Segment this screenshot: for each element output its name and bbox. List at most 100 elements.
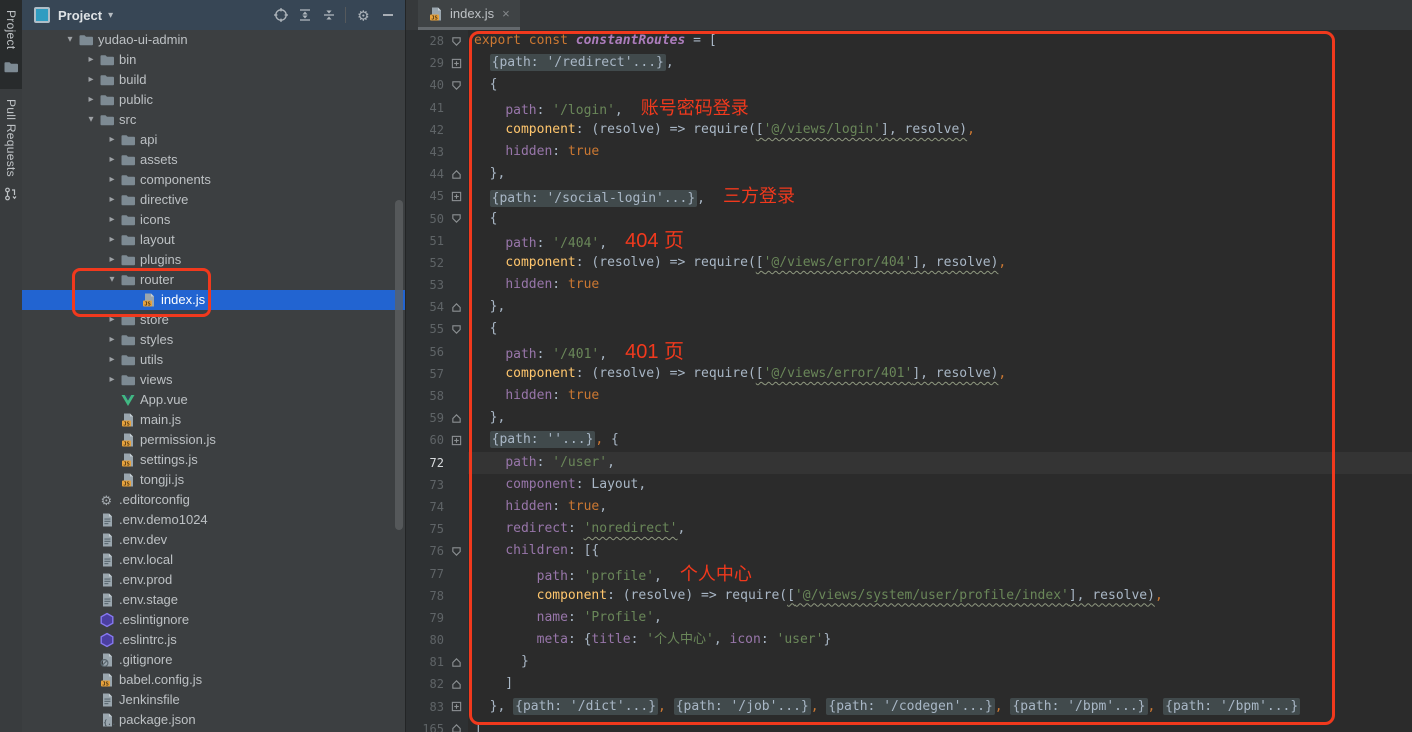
fold-end-icon[interactable] — [444, 723, 468, 732]
code-text[interactable]: hidden: true — [468, 274, 599, 296]
tree-item-layout[interactable]: ▸layout — [22, 230, 405, 250]
code-line-41[interactable]: 41 path: '/login',账号密码登录 — [406, 97, 1412, 119]
tree-item-src[interactable]: ▾src — [22, 110, 405, 130]
tree-item--eslintignore[interactable]: .eslintignore — [22, 610, 405, 630]
code-line-75[interactable]: 75 redirect: 'noredirect', — [406, 518, 1412, 540]
code-line-40[interactable]: 40 { — [406, 74, 1412, 96]
tree-item--env-local[interactable]: .env.local — [22, 550, 405, 570]
close-icon[interactable]: × — [502, 7, 510, 20]
code-line-29[interactable]: 29 {path: '/redirect'...}, — [406, 52, 1412, 74]
code-text[interactable]: path: '/404',404 页 — [468, 230, 684, 252]
code-text[interactable]: } — [468, 651, 529, 673]
code-text[interactable]: export const constantRoutes = [ — [468, 30, 717, 52]
code-text[interactable]: hidden: true, — [468, 496, 607, 518]
chevron-right-icon[interactable]: ▸ — [104, 130, 120, 150]
tree-item-permission-js[interactable]: JSpermission.js — [22, 430, 405, 450]
code-text[interactable]: }, — [468, 407, 505, 429]
code-text[interactable]: path: '/401',401 页 — [468, 341, 684, 363]
code-line-74[interactable]: 74 hidden: true, — [406, 496, 1412, 518]
code-line-80[interactable]: 80 meta: {title: '个人中心', icon: 'user'} — [406, 629, 1412, 651]
code-line-83[interactable]: 83 }, {path: '/dict'...}, {path: '/job'.… — [406, 696, 1412, 718]
code-text[interactable]: {path: '/social-login'...},三方登录 — [468, 185, 795, 207]
code-text[interactable]: hidden: true — [468, 141, 599, 163]
tree-item-yudao-ui-admin[interactable]: ▾yudao-ui-admin — [22, 30, 405, 50]
code-line-82[interactable]: 82 ] — [406, 673, 1412, 695]
editor-tab-indexjs[interactable]: JS index.js × — [418, 0, 520, 30]
chevron-right-icon[interactable]: ▸ — [83, 90, 99, 110]
code-editor[interactable]: 28export const constantRoutes = [29 {pat… — [406, 30, 1412, 732]
code-text[interactable]: { — [468, 208, 497, 230]
tree-item-babel-config-js[interactable]: JSbabel.config.js — [22, 670, 405, 690]
tree-item--gitignore[interactable]: .gitignore — [22, 650, 405, 670]
code-line-50[interactable]: 50 { — [406, 208, 1412, 230]
fold-collapsed-icon[interactable] — [444, 701, 468, 712]
project-panel-title[interactable]: Project — [58, 8, 102, 23]
chevron-right-icon[interactable]: ▸ — [104, 190, 120, 210]
fold-end-icon[interactable] — [444, 679, 468, 690]
chevron-right-icon[interactable]: ▸ — [104, 230, 120, 250]
code-line-45[interactable]: 45 {path: '/social-login'...},三方登录 — [406, 185, 1412, 207]
code-text[interactable]: path: '/login',账号密码登录 — [468, 97, 749, 119]
tree-item--editorconfig[interactable]: ⚙.editorconfig — [22, 490, 405, 510]
code-line-43[interactable]: 43 hidden: true — [406, 141, 1412, 163]
chevron-right-icon[interactable]: ▸ — [104, 310, 120, 330]
tree-item-icons[interactable]: ▸icons — [22, 210, 405, 230]
code-text[interactable]: component: (resolve) => require(['@/view… — [468, 363, 1006, 385]
fold-start-icon[interactable] — [444, 213, 468, 224]
tree-item-assets[interactable]: ▸assets — [22, 150, 405, 170]
code-text[interactable]: redirect: 'noredirect', — [468, 518, 685, 540]
tree-item-public[interactable]: ▸public — [22, 90, 405, 110]
fold-start-icon[interactable] — [444, 36, 468, 47]
chevron-right-icon[interactable]: ▸ — [104, 170, 120, 190]
tree-item--env-dev[interactable]: .env.dev — [22, 530, 405, 550]
tree-item--env-stage[interactable]: .env.stage — [22, 590, 405, 610]
stripe-tab-pull-requests[interactable]: Pull Requests — [0, 89, 22, 215]
chevron-right-icon[interactable]: ▸ — [104, 210, 120, 230]
chevron-right-icon[interactable]: ▸ — [104, 350, 120, 370]
chevron-down-icon[interactable]: ▾ — [62, 30, 78, 50]
chevron-right-icon[interactable]: ▸ — [83, 70, 99, 90]
collapse-all-icon-button[interactable] — [318, 4, 340, 26]
tree-item-jenkinsfile[interactable]: Jenkinsfile — [22, 690, 405, 710]
tree-item-components[interactable]: ▸components — [22, 170, 405, 190]
code-line-165[interactable]: 165] — [406, 718, 1412, 732]
settings-gear-icon-button[interactable]: ⚙ — [353, 4, 375, 26]
fold-end-icon[interactable] — [444, 657, 468, 668]
code-line-60[interactable]: 60 {path: ''...}, { — [406, 429, 1412, 451]
chevron-right-icon[interactable]: ▸ — [83, 50, 99, 70]
code-text[interactable]: path: '/user', — [468, 452, 615, 474]
tree-item-store[interactable]: ▸store — [22, 310, 405, 330]
code-line-55[interactable]: 55 { — [406, 318, 1412, 340]
tree-item-styles[interactable]: ▸styles — [22, 330, 405, 350]
code-text[interactable]: { — [468, 74, 497, 96]
code-line-72[interactable]: 72 path: '/user', — [406, 452, 1412, 474]
code-text[interactable]: component: (resolve) => require(['@/view… — [468, 252, 1006, 274]
hide-panel-icon-button[interactable] — [377, 4, 399, 26]
fold-start-icon[interactable] — [444, 546, 468, 557]
tree-item-package-json[interactable]: {..}package.json — [22, 710, 405, 730]
chevron-right-icon[interactable]: ▸ — [104, 330, 120, 350]
code-text[interactable]: path: 'profile',个人中心 — [468, 563, 752, 585]
fold-collapsed-icon[interactable] — [444, 58, 468, 69]
chevron-down-icon[interactable]: ▾ — [83, 110, 99, 130]
code-line-77[interactable]: 77 path: 'profile',个人中心 — [406, 563, 1412, 585]
code-line-51[interactable]: 51 path: '/404',404 页 — [406, 230, 1412, 252]
code-line-56[interactable]: 56 path: '/401',401 页 — [406, 341, 1412, 363]
code-text[interactable]: component: (resolve) => require(['@/view… — [468, 119, 975, 141]
code-line-81[interactable]: 81 } — [406, 651, 1412, 673]
code-line-53[interactable]: 53 hidden: true — [406, 274, 1412, 296]
stripe-tab-project[interactable]: Project — [0, 0, 22, 89]
code-text[interactable]: ] — [468, 673, 513, 695]
code-line-52[interactable]: 52 component: (resolve) => require(['@/v… — [406, 252, 1412, 274]
code-line-59[interactable]: 59 }, — [406, 407, 1412, 429]
code-line-73[interactable]: 73 component: Layout, — [406, 474, 1412, 496]
code-text[interactable]: {path: '/redirect'...}, — [468, 52, 674, 74]
fold-end-icon[interactable] — [444, 169, 468, 180]
chevron-right-icon[interactable]: ▸ — [104, 250, 120, 270]
tree-item--eslintrc-js[interactable]: .eslintrc.js — [22, 630, 405, 650]
code-line-28[interactable]: 28export const constantRoutes = [ — [406, 30, 1412, 52]
code-text[interactable]: }, {path: '/dict'...}, {path: '/job'...}… — [468, 696, 1300, 718]
fold-end-icon[interactable] — [444, 413, 468, 424]
tree-item-directive[interactable]: ▸directive — [22, 190, 405, 210]
fold-collapsed-icon[interactable] — [444, 191, 468, 202]
